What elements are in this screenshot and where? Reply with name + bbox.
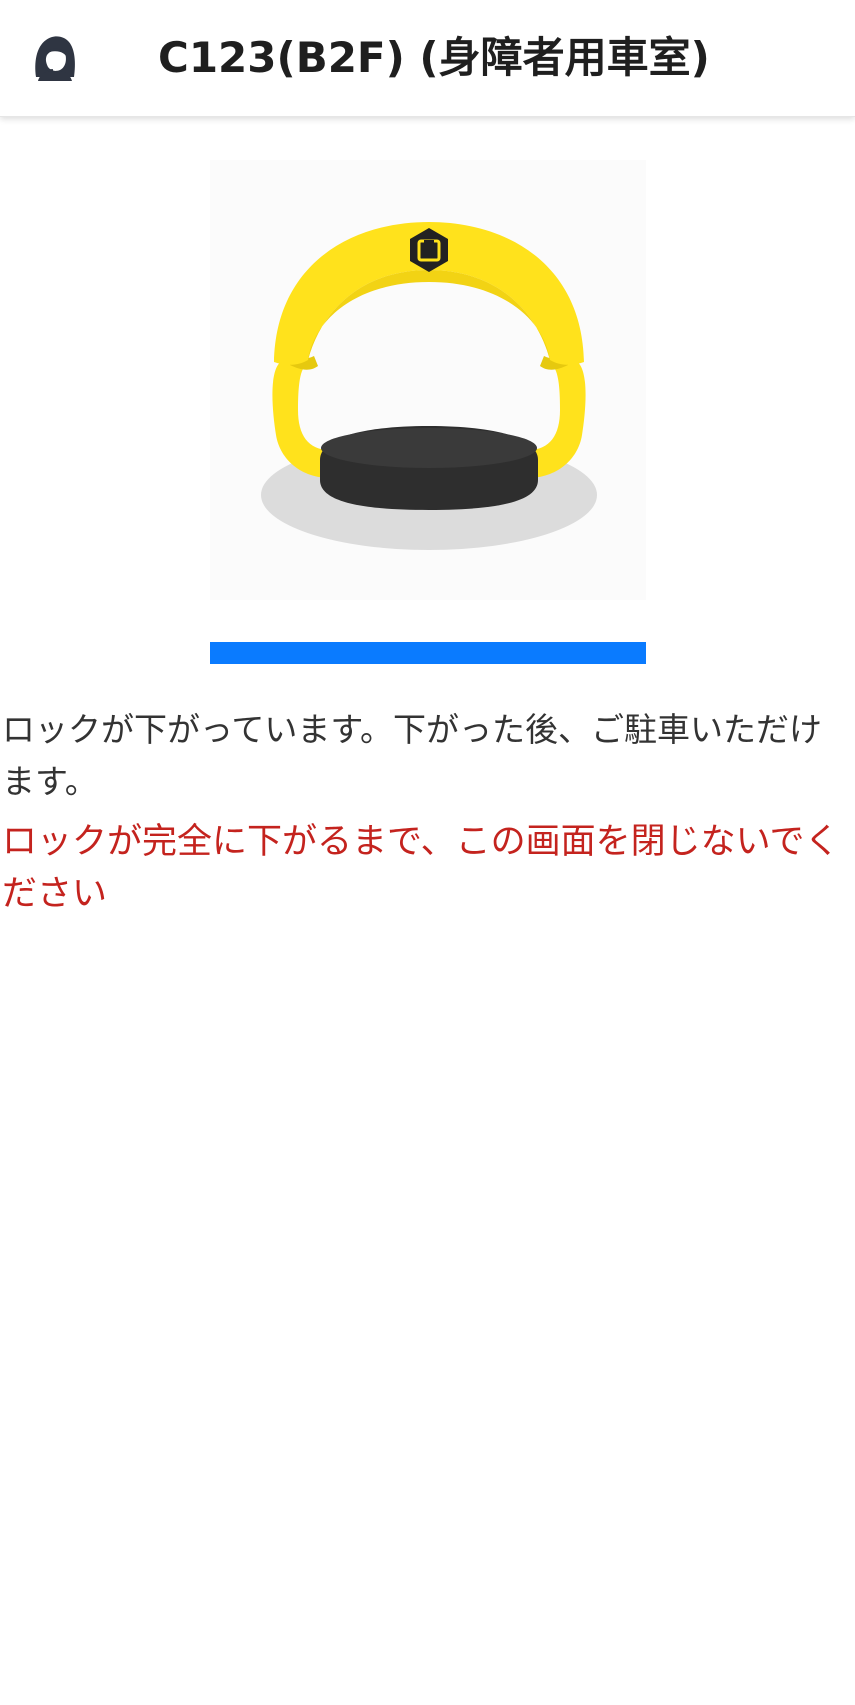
app-header: C123(B2F) (身障者用車室)	[0, 0, 855, 117]
lock-progress-fill	[210, 642, 646, 664]
customer-support-headset-icon	[35, 36, 75, 81]
page-title: C123(B2F) (身障者用車室)	[158, 33, 710, 82]
do-not-close-warning: ロックが完全に下がるまで、この画面を閉じないでください	[2, 822, 840, 914]
lock-status-message: ロックが下がっています。下がった後、ご駐車いただけます。	[2, 710, 823, 801]
lock-progress-bar	[210, 642, 646, 664]
support-button[interactable]	[26, 28, 84, 86]
parking-lock-illustration	[210, 160, 646, 600]
